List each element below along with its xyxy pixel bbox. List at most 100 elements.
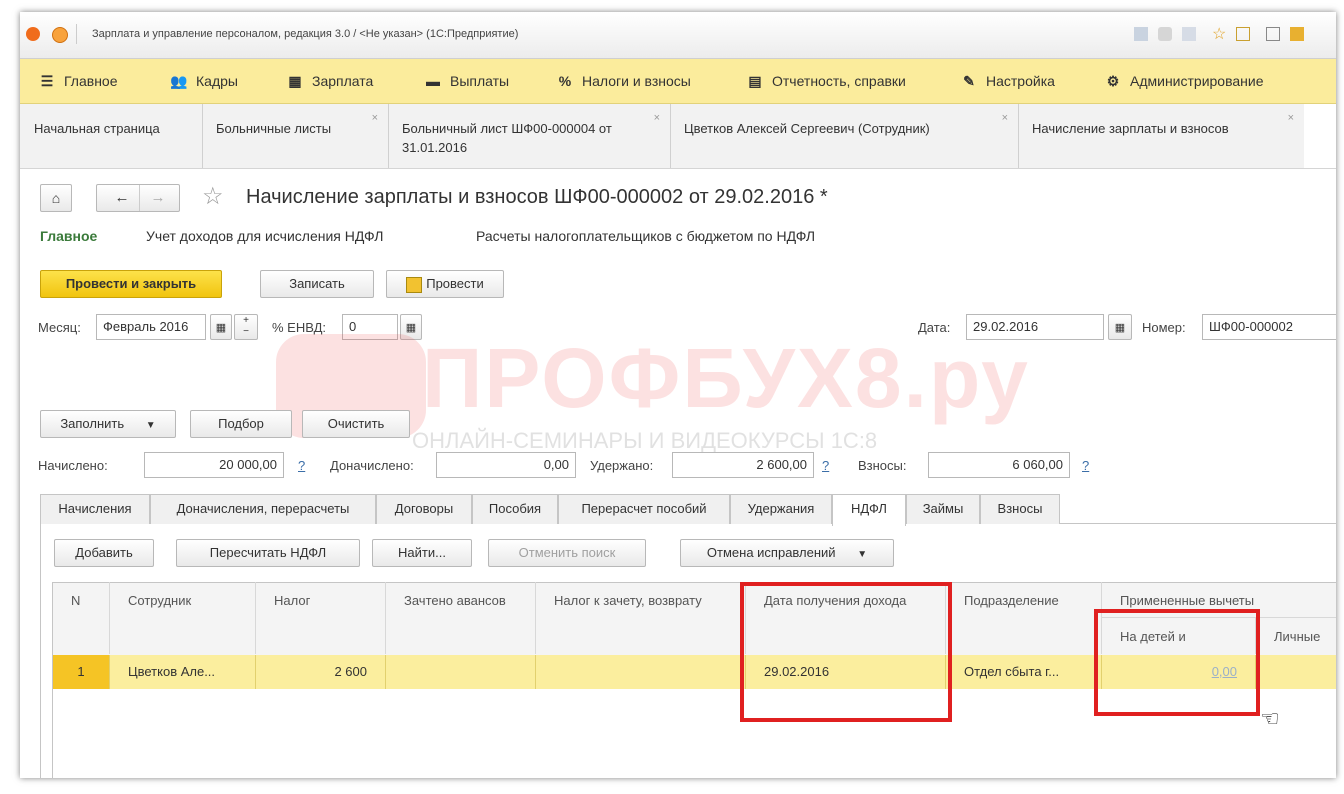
open-tab-payroll[interactable]: Начисление зарплаты и взносов × — [1018, 104, 1305, 168]
nav-link-main[interactable]: Главное — [40, 228, 97, 244]
cell-department[interactable]: Отдел сбыта г... — [946, 655, 1102, 689]
people-icon: 👥 — [170, 73, 188, 89]
back-icon[interactable]: ← — [105, 185, 139, 211]
fill-dropdown-button[interactable]: Заполнить ▼ — [40, 410, 176, 438]
tab-benefits[interactable]: Пособия — [472, 494, 558, 524]
col-tax[interactable]: Налог — [256, 582, 386, 654]
forward-icon[interactable]: → — [141, 185, 175, 211]
stepper-icon: + − — [243, 315, 249, 337]
post-icon — [406, 276, 423, 293]
save-icon[interactable] — [1134, 27, 1148, 41]
col-credited[interactable]: Зачтено авансов — [386, 582, 536, 654]
col-department[interactable]: Подразделение — [946, 582, 1102, 654]
print-icon[interactable] — [1158, 27, 1172, 41]
cancel-fixes-dropdown[interactable]: Отмена исправлений ▼ — [680, 539, 894, 567]
tab-panel-border — [40, 524, 41, 778]
tab-recalculations[interactable]: Доначисления, перерасчеты — [150, 494, 376, 524]
title-bar: Зарплата и управление персоналом, редакц… — [20, 12, 1336, 59]
cell-tax-refund[interactable] — [536, 655, 746, 689]
tab-deductions[interactable]: Удержания — [730, 494, 832, 524]
contrib-help[interactable]: ? — [1082, 458, 1089, 473]
accrued-help[interactable]: ? — [298, 458, 305, 473]
tab-benefit-recalc[interactable]: Перерасчет пособий — [558, 494, 730, 524]
favorite-star-icon[interactable]: ☆ — [202, 182, 224, 211]
cancel-search-button[interactable]: Отменить поиск — [488, 539, 646, 567]
tab-loans[interactable]: Займы — [906, 494, 980, 524]
history-nav: ← → — [96, 184, 180, 212]
col-employee[interactable]: Сотрудник — [110, 582, 256, 654]
post-and-close-button[interactable]: Провести и закрыть — [40, 270, 222, 298]
home-icon: ⌂ — [51, 190, 61, 206]
menu-item-personnel[interactable]: 👥 Кадры — [170, 59, 238, 103]
calendar-icon: ▦ — [1114, 322, 1126, 334]
find-button[interactable]: Найти... — [372, 539, 472, 567]
document-title: Начисление зарплаты и взносов ШФ00-00000… — [246, 186, 828, 208]
home-button[interactable]: ⌂ — [40, 184, 72, 212]
close-icon[interactable]: × — [372, 112, 378, 124]
bookmark-icon[interactable] — [1236, 27, 1250, 41]
favorites-icon[interactable]: ☆ — [1212, 24, 1226, 44]
number-label: Номер: — [1142, 320, 1186, 335]
add-button[interactable]: Добавить — [54, 539, 154, 567]
open-tab-sick-lists[interactable]: Больничные листы × — [202, 104, 389, 168]
chevron-down-icon: ▼ — [857, 549, 868, 560]
annotation-box-income-date — [740, 582, 952, 722]
menu-item-settings[interactable]: ✎ Настройка — [960, 59, 1055, 103]
tab-accruals[interactable]: Начисления — [40, 494, 150, 524]
close-icon[interactable]: × — [654, 112, 660, 124]
menu-item-salary[interactable]: ▦ Зарплата — [286, 59, 373, 103]
nav-link-settlements[interactable]: Расчеты налогоплательщиков с бюджетом по… — [476, 228, 815, 244]
cell-n[interactable]: 1 — [53, 655, 110, 689]
save-button[interactable]: Записать — [260, 270, 374, 298]
annotation-box-deductions — [1094, 609, 1260, 716]
calculator-icon[interactable] — [1290, 27, 1304, 41]
title-toolbar: ☆ — [1134, 24, 1312, 44]
open-tab-home[interactable]: Начальная страница — [20, 104, 203, 168]
watermark-brand: ПРОФБУХ8.ру — [422, 331, 1030, 425]
menu-item-reports[interactable]: ▤ Отчетность, справки — [746, 59, 906, 103]
envd-label: % ЕНВД: — [272, 320, 327, 335]
cell-employee[interactable]: Цветков Але... — [110, 655, 256, 689]
cell-credited[interactable] — [386, 655, 536, 689]
tab-contracts[interactable]: Договоры — [376, 494, 472, 524]
month-input[interactable]: Февраль 2016 — [96, 314, 206, 340]
menu-item-payments[interactable]: ▬ Выплаты — [424, 59, 509, 103]
additional-value: 0,00 — [436, 452, 576, 478]
month-calendar-button[interactable]: ▦ — [210, 314, 232, 340]
menu-item-admin[interactable]: ⚙ Администрирование — [1104, 59, 1264, 103]
col-personal[interactable]: Личные — [1256, 618, 1336, 654]
open-tab-sick-list-doc[interactable]: Больничный лист ШФ00-000004 от 31.01.201… — [388, 104, 671, 168]
open-tab-current[interactable] — [1304, 104, 1336, 168]
nav-separator — [139, 185, 140, 211]
col-n[interactable]: N — [53, 582, 110, 654]
percent-icon: % — [558, 73, 572, 89]
month-stepper[interactable]: + − — [234, 314, 258, 340]
application-window: Зарплата и управление персоналом, редакц… — [20, 12, 1336, 778]
app-logo-icon[interactable] — [26, 27, 40, 41]
main-menu-icon[interactable] — [52, 27, 68, 43]
date-calendar-button[interactable]: ▦ — [1108, 314, 1132, 340]
money-icon: ▬ — [426, 73, 440, 89]
tab-contributions[interactable]: Взносы — [980, 494, 1060, 524]
cell-tax[interactable]: 2 600 — [256, 655, 386, 689]
menu-item-taxes[interactable]: % Налоги и взносы — [556, 59, 691, 103]
open-tab-employee[interactable]: Цветков Алексей Сергеевич (Сотрудник) × — [670, 104, 1019, 168]
close-icon[interactable]: × — [1002, 112, 1008, 124]
calendar-icon: ▦ — [215, 322, 227, 334]
menu-icon: ☰ — [40, 73, 54, 89]
number-input[interactable]: ШФ00-000002 — [1202, 314, 1336, 340]
col-tax-refund[interactable]: Налог к зачету, возврату — [536, 582, 746, 654]
post-button[interactable]: Провести — [386, 270, 504, 298]
clear-button[interactable]: Очистить — [302, 410, 410, 438]
cell-personal[interactable] — [1256, 655, 1336, 689]
calendar-icon[interactable] — [1266, 27, 1280, 41]
title-separator — [76, 24, 77, 44]
preview-icon[interactable] — [1182, 27, 1196, 41]
nav-link-income[interactable]: Учет доходов для исчисления НДФЛ — [146, 228, 383, 244]
recalc-ndfl-button[interactable]: Пересчитать НДФЛ — [176, 539, 360, 567]
tab-ndfl[interactable]: НДФЛ — [832, 494, 906, 526]
close-icon[interactable]: × — [1288, 112, 1294, 124]
withheld-help[interactable]: ? — [822, 458, 829, 473]
pick-button[interactable]: Подбор — [190, 410, 292, 438]
menu-item-main[interactable]: ☰ Главное — [38, 59, 118, 103]
